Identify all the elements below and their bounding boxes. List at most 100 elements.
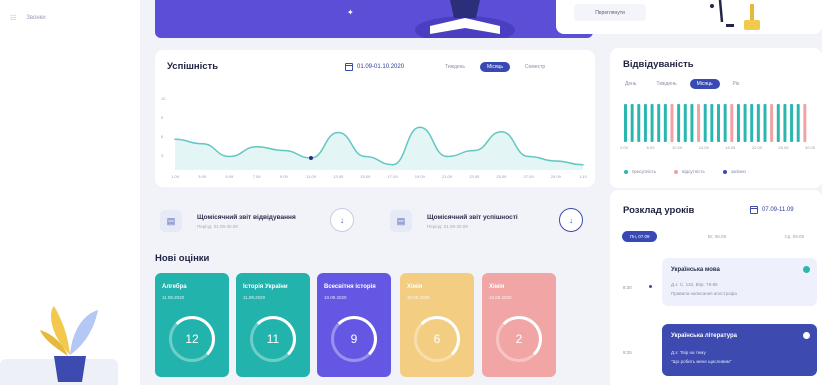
absent-bar bbox=[770, 104, 774, 142]
x-tick-label: 18.09 bbox=[725, 145, 736, 150]
menu-icon: ☷ bbox=[10, 15, 17, 22]
x-tick-label: 13.09 bbox=[333, 174, 344, 179]
sidebar-item-calls[interactable]: ☷ Звонки bbox=[10, 14, 46, 22]
view-button[interactable]: Переглянути bbox=[574, 4, 646, 21]
present-bar bbox=[763, 104, 767, 142]
x-tick-label: 30.09 bbox=[805, 145, 816, 150]
grade-card[interactable]: Алгебра 11.09.2020 12 bbox=[155, 273, 229, 377]
absent-bar bbox=[670, 104, 674, 142]
new-grades-title: Нові оцінки bbox=[155, 253, 210, 264]
y-tick-label: 3 bbox=[161, 153, 164, 158]
x-tick-label: 6.09 bbox=[647, 145, 656, 150]
performance-area bbox=[175, 127, 583, 170]
grade-date: 10.09.2020 bbox=[324, 295, 347, 300]
lesson-card[interactable]: Українська мова Д.з: С. 132, Впр. 78-86 … bbox=[662, 258, 817, 306]
info-icon[interactable] bbox=[803, 332, 810, 339]
data-point bbox=[500, 130, 503, 133]
x-tick-label: 3.09 bbox=[198, 174, 207, 179]
present-bar bbox=[657, 104, 661, 142]
attendance-chart: 2.09 6.09 10.09 14.09 18.09 22.09 26.09 30.09 bbox=[620, 104, 816, 150]
present-bar bbox=[637, 104, 641, 142]
present-bar bbox=[710, 104, 714, 142]
lesson-card[interactable]: Українська література Д.з: Твір на тему … bbox=[662, 324, 817, 376]
data-point bbox=[582, 163, 584, 166]
top-info-card: Переглянути bbox=[556, 0, 822, 34]
lesson-subject: Українська література bbox=[671, 333, 737, 339]
present-bar bbox=[796, 104, 800, 142]
present-bar bbox=[683, 104, 687, 142]
reading-illustration bbox=[415, 0, 515, 38]
calendar-icon bbox=[750, 206, 758, 214]
download-attendance-report-button[interactable]: ↓ bbox=[330, 208, 354, 232]
lesson-topic: Правила написання апострофа bbox=[671, 291, 737, 296]
x-tick-label: 15.09 bbox=[360, 174, 371, 179]
grade-ring: 12 bbox=[169, 316, 215, 362]
lesson-time: 8:30 bbox=[623, 285, 632, 290]
data-point bbox=[446, 155, 448, 158]
absent-bar bbox=[697, 104, 701, 142]
grade-ring: 11 bbox=[250, 316, 296, 362]
x-tick-label: 5.09 bbox=[226, 174, 235, 179]
present-bar bbox=[663, 104, 667, 142]
grade-subject: Історія України bbox=[243, 284, 288, 290]
grade-card[interactable]: Хімія 10.09.2020 6 bbox=[400, 273, 474, 377]
x-tick-label: 1.10 bbox=[579, 174, 588, 179]
x-tick-label: 23.09 bbox=[469, 174, 480, 179]
x-tick-label: 21.09 bbox=[442, 174, 453, 179]
tab-monday[interactable]: Пн, 07.09 bbox=[622, 231, 658, 242]
sparkle-icon: ✦ bbox=[347, 8, 354, 17]
present-bar bbox=[703, 104, 707, 142]
grade-date: 10.09.2020 bbox=[489, 295, 512, 300]
grade-card[interactable]: Історія України 11.09.2020 11 bbox=[236, 273, 310, 377]
x-tick-label: 25.09 bbox=[496, 174, 507, 179]
schedule-date-range: 07.09-11.09 bbox=[762, 207, 794, 213]
y-tick-label: 9 bbox=[161, 115, 164, 120]
data-point bbox=[419, 126, 421, 129]
timeline-dot bbox=[649, 285, 652, 288]
grade-subject: Хімія bbox=[489, 284, 505, 290]
download-performance-report-button[interactable]: ↓ bbox=[559, 208, 583, 232]
report-period: Період: 01.09-30.09 bbox=[197, 223, 238, 229]
grade-card[interactable]: Всесвітня історія 10.09.2020 9 bbox=[317, 273, 391, 377]
sidebar-item-label: Звонки bbox=[26, 15, 46, 21]
tab-wednesday[interactable]: Ср, 09.09 bbox=[776, 231, 812, 242]
x-tick-label: 27.09 bbox=[524, 174, 535, 179]
grade-card[interactable]: Хімія 10.09.2020 2 bbox=[482, 273, 556, 377]
x-tick-label: 26.09 bbox=[778, 145, 789, 150]
present-bar bbox=[783, 104, 787, 142]
schedule-date-picker[interactable]: 07.09-11.09 bbox=[750, 206, 794, 214]
grade-date: 11.09.2020 bbox=[243, 295, 266, 300]
tab-tuesday[interactable]: Вт, 08.09 bbox=[700, 231, 734, 242]
present-bar bbox=[650, 104, 654, 142]
lesson-homework: Д.з: С. 132, Впр. 78-86 bbox=[671, 282, 718, 287]
data-point bbox=[391, 163, 394, 166]
present-bar bbox=[790, 104, 794, 142]
lesson-topic: "Що робить мене щасливим" bbox=[671, 359, 732, 364]
attendance-legend: присутність відсутність запізно bbox=[624, 169, 746, 174]
absent-bar bbox=[730, 104, 734, 142]
x-tick-label: 11.09 bbox=[306, 174, 316, 179]
present-bar bbox=[643, 104, 647, 142]
absent-bar bbox=[803, 104, 807, 142]
performance-card: Успішність 01.09-01.10.2020 Тиждень Міся… bbox=[155, 50, 595, 187]
lamp-illustration bbox=[710, 0, 760, 30]
x-tick-label: 17.09 bbox=[388, 174, 399, 179]
legend-late: запізно bbox=[722, 169, 746, 174]
schedule-card: Розклад уроків 07.09-11.09 Пн, 07.09 Вт,… bbox=[610, 190, 822, 385]
lesson-homework: Д.з: Твір на тему bbox=[671, 350, 706, 355]
x-tick-label: 7.09 bbox=[253, 174, 262, 179]
y-tick-label: 6 bbox=[161, 134, 164, 139]
sidebar: ☷ Звонки bbox=[0, 0, 140, 385]
document-icon: ▤ bbox=[160, 210, 182, 232]
data-point bbox=[174, 138, 176, 141]
grade-subject: Всесвітня історія bbox=[324, 284, 376, 290]
x-tick-label: 10.09 bbox=[672, 145, 683, 150]
grade-ring: 9 bbox=[331, 316, 377, 362]
data-point[interactable] bbox=[309, 156, 313, 160]
data-point bbox=[527, 155, 530, 158]
schedule-title: Розклад уроків bbox=[623, 205, 695, 216]
legend-absent: відсутність bbox=[674, 169, 705, 174]
present-bar bbox=[736, 104, 740, 142]
grade-subject: Алгебра bbox=[162, 284, 187, 290]
present-bar bbox=[723, 104, 727, 142]
